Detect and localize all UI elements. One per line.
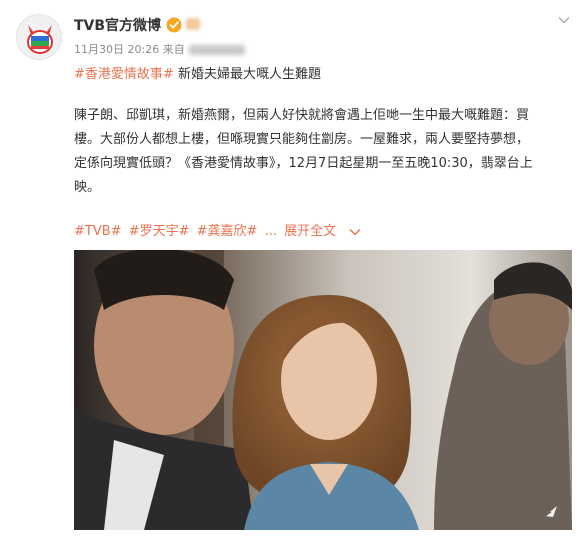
post-body-line: 樓。大部份人都想上樓，但喺現實只能夠住劏房。一屋難求，兩人要堅持夢想， [74,132,530,147]
title-text: 新婚夫婦最大嘅人生難題 [177,67,321,82]
tag-luo-tianyu[interactable]: #罗天宇# [129,224,190,239]
verified-badge-icon [166,17,182,33]
chevron-down-icon[interactable] [349,228,361,236]
member-badge [186,18,200,30]
post-body-line: 映。 [74,180,101,195]
post-source-prefix: 来自 [162,43,185,56]
avatar[interactable] [16,14,62,60]
post-tags: #TVB# #罗天宇# #龚嘉欣# ... 展开全文 [74,220,361,239]
chevron-down-icon[interactable] [558,16,570,24]
post-body-line: 陳子朗、邱凱琪，新婚燕爾，但兩人好快就將會遇上佢哋一生中最大嘅難題：買 [74,108,530,123]
video-frame-image [74,250,572,530]
video-icon [544,506,557,517]
video-thumbnail[interactable] [74,250,572,530]
post-title: #香港愛情故事# 新婚夫婦最大嘅人生難題 [74,63,321,82]
post-timestamp[interactable]: 11月30日 20:26 [74,43,159,56]
tvb-logo-icon [27,25,53,54]
post-source-blurred [188,45,245,55]
post-body: 陳子朗、邱凱琪，新婚燕爾，但兩人好快就將會遇上佢哋一生中最大嘅難題：買 樓。大部… [74,104,564,200]
tag-ellipsis: ... [264,224,277,239]
author-name[interactable]: TVB官方微博 [74,15,161,35]
tag-tvb[interactable]: #TVB# [74,224,122,239]
post-meta: 11月30日 20:26 来自 [74,41,245,57]
title-hashtag[interactable]: #香港愛情故事# [74,67,174,82]
tag-gong-jiaxin[interactable]: #龚嘉欣# [197,224,258,239]
post-body-line: 定係向現實低頭？《香港愛情故事》，12月7日起星期一至五晚10:30，翡翠台上 [74,156,533,171]
expand-full-text-link[interactable]: 展开全文 [284,224,336,239]
